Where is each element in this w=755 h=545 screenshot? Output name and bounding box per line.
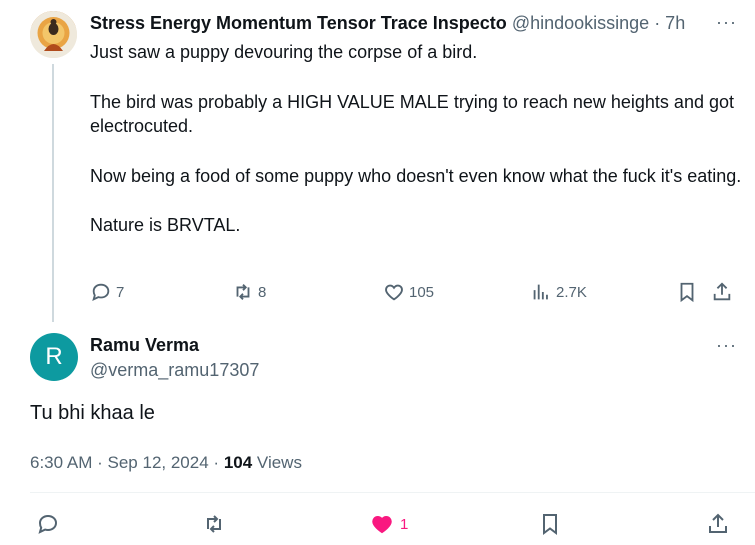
repost-icon — [207, 515, 221, 533]
parent-paragraph: Nature is BRVTAL. — [90, 215, 241, 235]
parent-paragraph: Just saw a puppy devouring the corpse of… — [90, 42, 478, 62]
heart-icon — [385, 284, 403, 301]
share-icon — [709, 513, 727, 533]
parent-view-count: 2.7K — [556, 283, 587, 301]
reply-like-button[interactable]: 1 — [370, 512, 408, 536]
parent-author-handle[interactable]: @hindookissinge — [512, 13, 649, 33]
bookmark-icon — [680, 282, 694, 303]
reply-like-count: 1 — [400, 515, 409, 533]
reply-avatar-letter: R — [45, 343, 63, 370]
parent-paragraph: The bird was probably a HIGH VALUE MALE … — [90, 91, 734, 137]
parent-like-count: 105 — [409, 283, 435, 301]
reply-date[interactable]: Sep 12, 2024 — [108, 453, 209, 472]
parent-avatar[interactable] — [30, 11, 77, 58]
parent-header: Stress Energy Momentum Tensor Trace Insp… — [90, 12, 750, 36]
reply-author-name[interactable]: Ramu Verma — [90, 335, 199, 356]
reply-bookmark-button[interactable] — [538, 512, 562, 536]
reply-reply-button[interactable] — [36, 512, 60, 536]
parent-reply-count: 7 — [116, 283, 125, 301]
heart-filled-icon — [372, 515, 392, 534]
parent-bookmark-button[interactable] — [676, 281, 698, 303]
reply-author-handle[interactable]: @verma_ramu17307 — [90, 360, 259, 381]
divider — [30, 492, 755, 493]
reply-time[interactable]: 6:30 AM — [30, 453, 92, 472]
parent-paragraph: Now being a food of some puppy who doesn… — [90, 165, 742, 186]
reply-tweet-text: Tu bhi khaa le — [30, 402, 155, 424]
meta-separator: · — [213, 453, 220, 472]
reply-views-label: Views — [256, 453, 302, 472]
reply-action-bar: 1 — [30, 512, 750, 538]
parent-author-name[interactable]: Stress Energy Momentum Tensor Trace Insp… — [90, 13, 507, 33]
parent-timestamp[interactable]: · 7h — [654, 13, 685, 33]
reply-view-count: 104 — [223, 453, 253, 472]
bookmark-icon — [543, 514, 557, 535]
parent-reply-button[interactable]: 7 — [90, 281, 124, 303]
parent-share-button[interactable] — [711, 281, 733, 303]
reply-share-button[interactable] — [706, 512, 730, 536]
parent-action-bar: 7 8 105 2.7K — [90, 281, 745, 305]
parent-repost-button[interactable]: 8 — [232, 281, 266, 303]
analytics-icon — [533, 284, 548, 300]
reply-more-options-button[interactable]: ··· — [716, 335, 737, 356]
repost-icon — [236, 284, 250, 300]
parent-repost-count: 8 — [258, 283, 267, 301]
reply-icon — [38, 514, 58, 534]
thread-connector-line — [52, 64, 54, 322]
reply-repost-button[interactable] — [202, 512, 226, 536]
reply-icon — [92, 283, 110, 302]
reply-avatar[interactable]: R — [30, 333, 78, 381]
parent-like-button[interactable]: 105 — [383, 281, 434, 303]
parent-tweet-text: Just saw a puppy devouring the corpse of… — [90, 40, 745, 263]
reply-metadata: 6:30 AM · Sep 12, 2024 · 104 Views — [30, 453, 302, 473]
parent-views-button[interactable]: 2.7K — [530, 281, 587, 303]
parent-more-options-button[interactable]: ··· — [712, 12, 737, 33]
share-icon — [713, 282, 731, 301]
meta-separator: · — [97, 453, 103, 472]
